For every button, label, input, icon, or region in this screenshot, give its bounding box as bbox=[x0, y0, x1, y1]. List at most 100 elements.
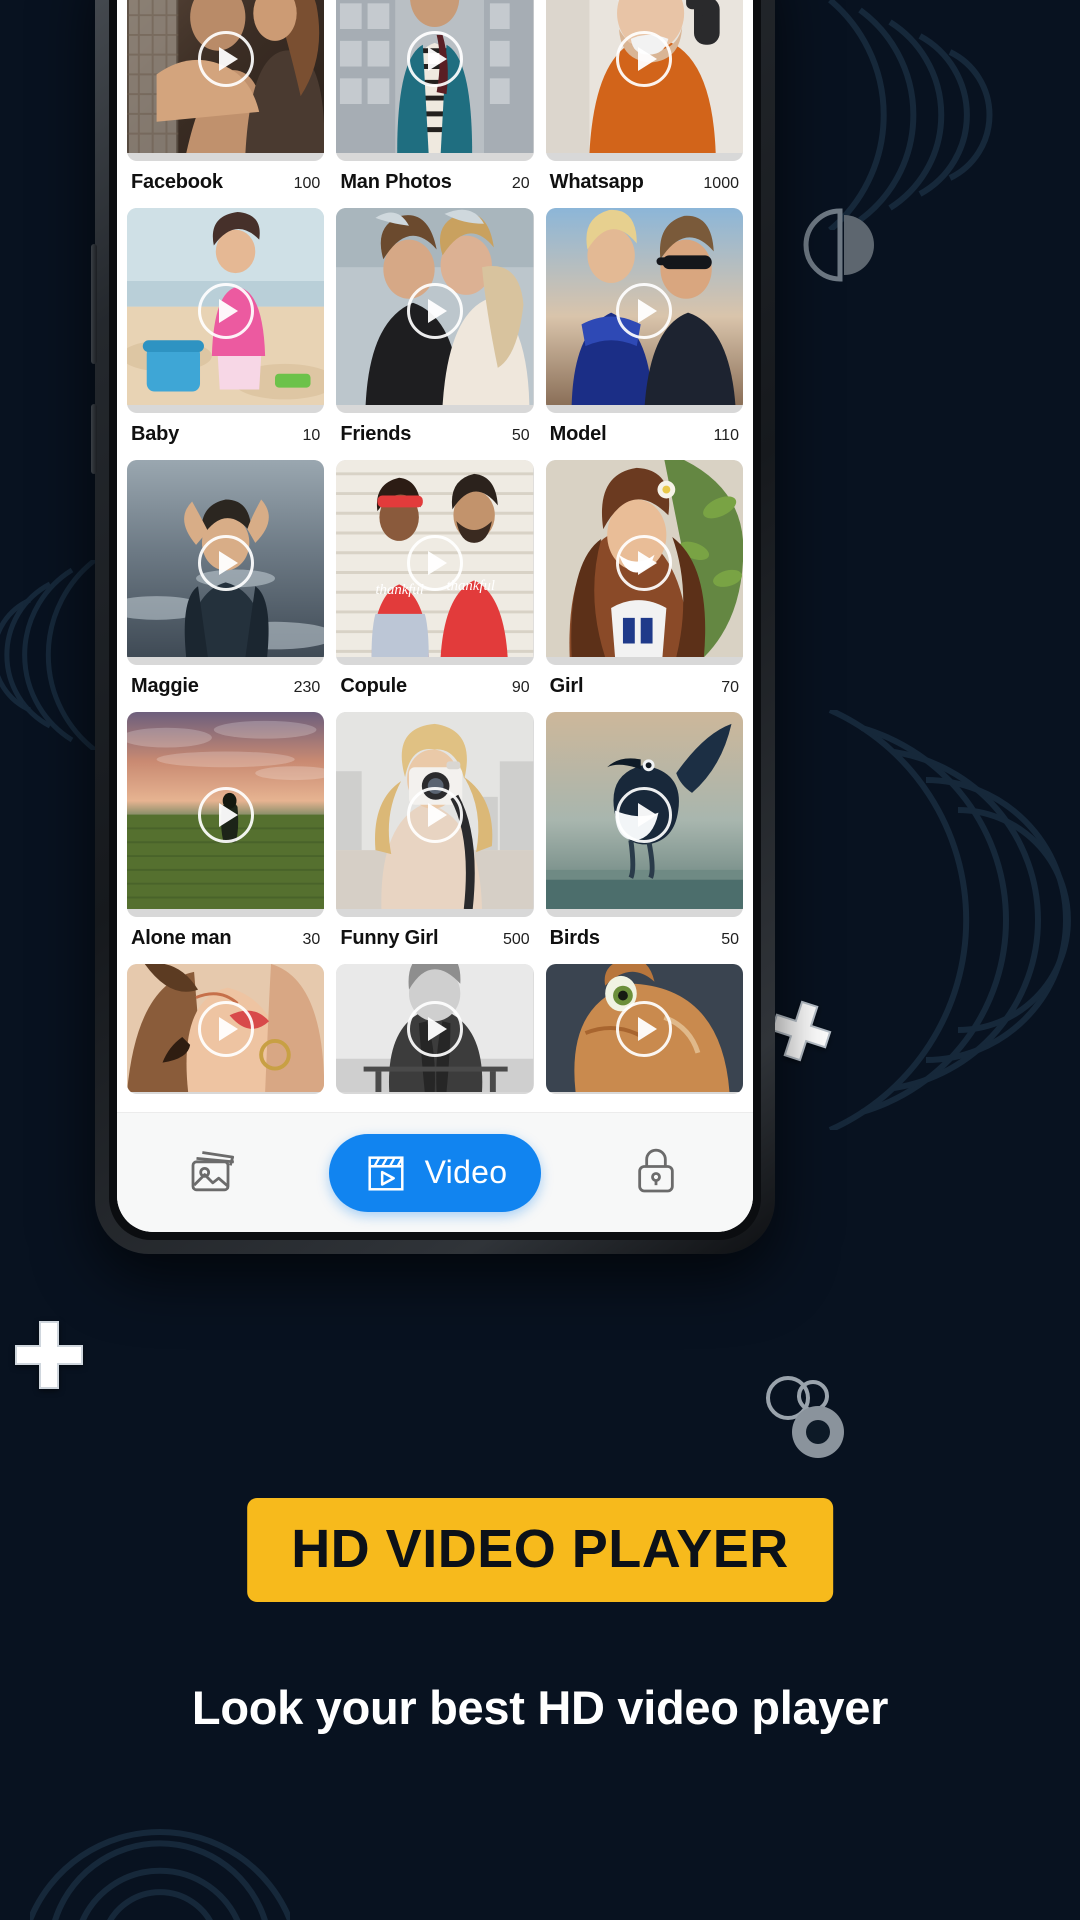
folder-count: 30 bbox=[302, 931, 321, 948]
video-folder-card[interactable]: Baby 10 bbox=[127, 208, 325, 458]
folder-name: Man Photos bbox=[340, 171, 452, 193]
badge-label: HD VIDEO PLAYER bbox=[291, 1519, 789, 1579]
video-thumbnail[interactable] bbox=[336, 0, 534, 161]
video-thumbnail[interactable] bbox=[336, 712, 534, 917]
video-folder-card[interactable]: Funny Girl 500 bbox=[336, 712, 534, 962]
play-icon bbox=[616, 786, 673, 843]
clapperboard-play-icon bbox=[368, 1155, 404, 1191]
grid-row: Maggie 230 thankful thankful Copule 90 G… bbox=[127, 460, 743, 710]
folder-name: Girl bbox=[549, 675, 584, 697]
folder-count: 230 bbox=[293, 679, 321, 696]
folder-count: 1000 bbox=[703, 175, 739, 192]
folder-count: 110 bbox=[713, 427, 739, 444]
padlock-icon bbox=[638, 1148, 674, 1193]
video-folder-card[interactable]: Whatsapp 1000 bbox=[545, 0, 743, 206]
grid-row: Alone man 30 Funny Girl 500 Birds 50 bbox=[127, 712, 743, 962]
video-folder-caption: Funny Girl 500 bbox=[336, 917, 533, 962]
play-icon bbox=[616, 282, 673, 339]
video-folder-caption: Facebook 100 bbox=[127, 161, 324, 206]
video-tab[interactable]: Video bbox=[328, 1133, 542, 1212]
video-folder-card[interactable]: Birds 50 bbox=[545, 712, 743, 962]
folder-name: Facebook bbox=[131, 171, 223, 193]
video-thumbnail[interactable] bbox=[336, 208, 534, 413]
grid-row: Baby 10 Friends 50 Model 110 bbox=[127, 208, 743, 458]
grid-row bbox=[127, 964, 743, 1094]
bottom-navigation-bar: Video bbox=[117, 1112, 753, 1232]
folder-name: Maggie bbox=[131, 675, 199, 697]
video-folder-card[interactable]: Girl 70 bbox=[545, 460, 743, 710]
folder-count: 20 bbox=[511, 175, 530, 192]
phone-bezel: Facebook 100 Man Photos 20 Whatsapp 1000… bbox=[109, 0, 761, 1240]
video-thumbnail[interactable] bbox=[127, 964, 325, 1094]
video-folder-caption: Baby 10 bbox=[127, 413, 324, 458]
video-thumbnail[interactable] bbox=[127, 712, 325, 917]
video-folder-grid[interactable]: Facebook 100 Man Photos 20 Whatsapp 1000… bbox=[117, 0, 753, 1112]
grid-row: Facebook 100 Man Photos 20 Whatsapp 1000 bbox=[127, 0, 743, 206]
play-icon bbox=[406, 30, 463, 87]
folder-name: Model bbox=[549, 423, 607, 445]
folder-name: Alone man bbox=[131, 927, 232, 949]
folder-name: Funny Girl bbox=[340, 927, 439, 949]
play-icon bbox=[197, 282, 254, 339]
video-folder-card[interactable]: Friends 50 bbox=[336, 208, 534, 458]
play-icon bbox=[406, 534, 463, 591]
video-folder-card[interactable] bbox=[336, 964, 534, 1094]
promo-tagline: Look your best HD video player bbox=[191, 1681, 889, 1734]
play-icon bbox=[197, 786, 254, 843]
folder-name: Copule bbox=[340, 675, 407, 697]
play-icon bbox=[616, 534, 673, 591]
video-folder-card[interactable]: Facebook 100 bbox=[127, 0, 325, 206]
video-thumbnail[interactable] bbox=[127, 460, 325, 665]
folder-count: 500 bbox=[502, 931, 530, 948]
private-lock-tab[interactable] bbox=[628, 1142, 684, 1203]
video-folder-card[interactable]: Alone man 30 bbox=[127, 712, 325, 962]
app-screen: Facebook 100 Man Photos 20 Whatsapp 1000… bbox=[117, 0, 753, 1232]
phone-mockup: Facebook 100 Man Photos 20 Whatsapp 1000… bbox=[91, 0, 775, 1254]
play-icon bbox=[616, 1001, 673, 1057]
video-folder-caption: Alone man 30 bbox=[127, 917, 324, 962]
hd-video-player-badge: HD VIDEO PLAYER bbox=[247, 1498, 833, 1602]
play-icon bbox=[197, 30, 254, 87]
folder-count: 100 bbox=[293, 175, 321, 192]
video-folder-caption: Model 110 bbox=[546, 413, 743, 458]
video-thumbnail[interactable] bbox=[545, 0, 743, 161]
video-thumbnail[interactable] bbox=[545, 208, 743, 413]
video-folder-caption: Girl 70 bbox=[546, 665, 743, 710]
video-folder-card[interactable]: Maggie 230 bbox=[127, 460, 325, 710]
video-folder-caption: Copule 90 bbox=[336, 665, 533, 710]
photos-stack-icon bbox=[191, 1151, 235, 1192]
video-thumbnail[interactable] bbox=[545, 460, 743, 665]
video-folder-caption: Birds 50 bbox=[546, 917, 743, 962]
folder-name: Whatsapp bbox=[549, 171, 644, 193]
video-folder-card[interactable]: thankful thankful Copule 90 bbox=[336, 460, 534, 710]
video-folder-caption: Man Photos 20 bbox=[336, 161, 533, 206]
play-icon bbox=[406, 282, 463, 339]
video-thumbnail[interactable] bbox=[545, 964, 743, 1094]
video-thumbnail[interactable] bbox=[336, 964, 534, 1094]
play-icon bbox=[406, 786, 463, 843]
phone-volume-button bbox=[91, 244, 97, 364]
folder-count: 50 bbox=[511, 427, 530, 444]
video-thumbnail[interactable] bbox=[127, 208, 325, 413]
video-thumbnail[interactable] bbox=[127, 0, 325, 161]
video-folder-card[interactable]: Man Photos 20 bbox=[336, 0, 534, 206]
video-folder-card[interactable] bbox=[127, 964, 325, 1094]
video-folder-card[interactable] bbox=[545, 964, 743, 1094]
video-folder-caption: Whatsapp 1000 bbox=[546, 161, 743, 206]
video-folder-caption: Maggie 230 bbox=[127, 665, 324, 710]
folder-count: 10 bbox=[302, 427, 321, 444]
video-thumbnail[interactable] bbox=[545, 712, 743, 917]
play-icon bbox=[197, 534, 254, 591]
play-icon bbox=[406, 1001, 463, 1057]
folder-name: Baby bbox=[131, 423, 180, 445]
video-folder-caption: Friends 50 bbox=[336, 413, 533, 458]
photos-tab[interactable] bbox=[186, 1142, 242, 1203]
phone-power-button bbox=[91, 404, 97, 474]
video-thumbnail[interactable]: thankful thankful bbox=[336, 460, 534, 665]
folder-count: 70 bbox=[721, 679, 739, 696]
play-icon bbox=[616, 30, 673, 87]
video-folder-card[interactable]: Model 110 bbox=[545, 208, 743, 458]
folder-count: 90 bbox=[511, 679, 530, 696]
promo-section: HD VIDEO PLAYER Look your best HD video … bbox=[0, 1380, 1080, 1920]
play-icon bbox=[197, 1001, 254, 1057]
